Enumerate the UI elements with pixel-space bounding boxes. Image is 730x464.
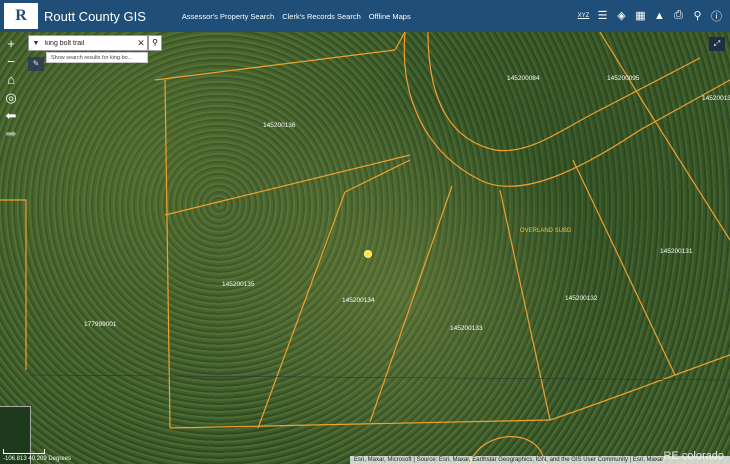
xyz-icon[interactable]: XYZ (576, 8, 591, 23)
watermark-text: RE colorado (663, 450, 724, 462)
parcel-line (169, 419, 551, 429)
nav-offline-maps[interactable]: Offline Maps (369, 12, 411, 21)
layers-icon[interactable]: ◈ (614, 8, 629, 23)
print-icon[interactable]: ⎙ (671, 8, 686, 23)
map-view[interactable]: 145200084 145200095 14520013 145200136 1… (0, 32, 730, 464)
nav-clerk-search[interactable]: Clerk's Records Search (282, 12, 361, 21)
parcel-label: 145200133 (450, 325, 483, 332)
parcel-line (0, 199, 27, 370)
draw-tools: ✎ (28, 57, 52, 71)
search-source-dropdown[interactable]: ▼ (29, 40, 43, 47)
fullscreen-button[interactable]: ⤢ (709, 37, 725, 51)
parcel-label: 145200132 (565, 295, 598, 302)
parcel-label: 145200131 (660, 248, 693, 255)
county-logo[interactable]: R (4, 3, 38, 29)
parcel-line (154, 49, 396, 81)
parcel-line (572, 159, 676, 376)
logo-letter: R (15, 7, 27, 24)
pencil-icon[interactable]: ✎ (28, 57, 44, 71)
search-button[interactable]: ⚲ (148, 35, 162, 51)
list-icon[interactable]: ☰ (595, 8, 610, 23)
parcel-line (257, 191, 346, 429)
app-header: R Routt County GIS Assessor's Property S… (0, 0, 730, 32)
zoom-out-button[interactable]: − (3, 54, 19, 70)
parcel-label: 145200084 (507, 75, 540, 82)
parcel-label: 145200135 (222, 281, 255, 288)
search-input[interactable] (43, 39, 135, 47)
map-controls: + − ⌂ ◎ ⬅ ➡ (3, 36, 19, 144)
header-toolbar: XYZ ☰ ◈ ▦ ▲ ⎙ ⚲ ⓘ (572, 8, 724, 23)
parcel-line (369, 185, 453, 423)
subdivision-label: OVERLAND SUBD (520, 228, 572, 234)
search-suggestion[interactable]: Show search results for king bo... (46, 52, 148, 63)
education-icon[interactable]: ▲ (652, 8, 667, 23)
share-icon[interactable]: ⚲ (690, 8, 705, 23)
header-nav: Assessor's Property Search Clerk's Recor… (182, 12, 419, 21)
scale-bar (3, 449, 45, 454)
parcel-label: 14520013 (702, 95, 730, 102)
parcel-line (549, 354, 730, 421)
parcel-line (499, 189, 551, 421)
parcel-label: 145200095 (607, 75, 640, 82)
parcel-line (427, 32, 701, 152)
coordinate-readout: -106.813 40.209 Degrees (3, 456, 72, 462)
forward-icon[interactable]: ➡ (3, 126, 19, 142)
zoom-in-button[interactable]: + (3, 36, 19, 52)
home-icon[interactable]: ⌂ (3, 72, 19, 88)
parcel-layer: 145200084 145200095 14520013 145200136 1… (0, 32, 730, 464)
parcel-label: 145200136 (263, 122, 296, 129)
parcel-line (164, 154, 411, 216)
parcel-line (647, 109, 730, 241)
road-line (29, 374, 730, 381)
search-widget: ▼ ✕ (28, 35, 148, 51)
parcel-line (394, 32, 406, 51)
app-title: Routt County GIS (44, 8, 146, 24)
location-marker (364, 250, 372, 258)
locate-icon[interactable]: ◎ (3, 90, 19, 106)
parcel-label: 177999001 (84, 321, 117, 328)
nav-assessor-search[interactable]: Assessor's Property Search (182, 12, 274, 21)
clear-icon[interactable]: ✕ (135, 38, 147, 49)
back-icon[interactable]: ⬅ (3, 108, 19, 124)
info-icon[interactable]: ⓘ (709, 8, 724, 23)
basemap-icon[interactable]: ▦ (633, 8, 648, 23)
parcel-label: 145200134 (342, 297, 375, 304)
parcel-line (344, 159, 411, 193)
parcel-line (599, 32, 649, 111)
